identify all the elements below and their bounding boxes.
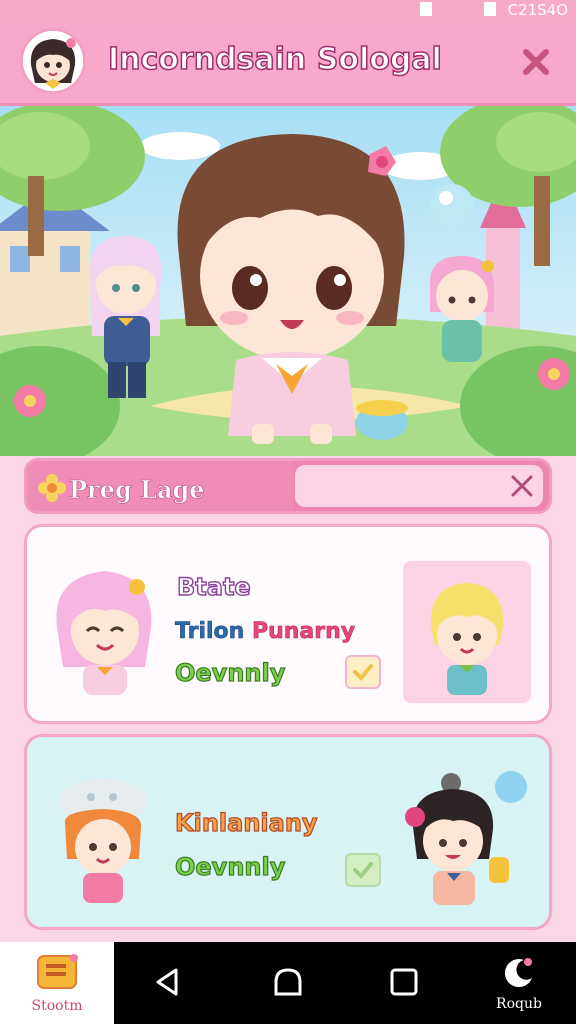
card-avatar-pink [47,557,161,697]
search-label: Preg Lage [69,475,205,505]
nav-right-label: Roqub [496,996,542,1012]
check-icon [353,862,373,879]
nav-right-button[interactable]: Roqub [462,942,576,1024]
card-name-part1: Trilon [175,619,245,645]
recents-button[interactable] [386,964,422,1000]
card-status: Oevnnly [174,852,286,881]
notification-icon [420,2,432,16]
moon-icon [504,958,532,988]
character-card[interactable]: Btate Trilon Punarny Oevnnly [24,524,552,724]
close-icon [523,49,549,75]
character-card[interactable]: Kinlaniany Oevnnly [24,734,552,930]
favorite-checkbox[interactable] [345,655,381,689]
dark-hair-girl-icon [405,771,527,905]
app-title: Incorndsain Sologal [107,41,442,78]
orange-hair-girl-icon [59,779,147,903]
profile-avatar[interactable] [20,28,86,94]
pink-hair-girl-icon [56,571,152,695]
check-icon [353,664,373,681]
status-time: C21S4O [507,1,568,19]
card-avatar-blonde [403,561,531,703]
home-button[interactable] [270,964,306,1000]
back-button[interactable] [150,964,186,1000]
system-nav-bar [114,942,462,1024]
home-icon [274,968,302,996]
card-avatar-darkhair [393,757,543,917]
nav-home-label: Stootm [31,998,83,1014]
nav-home-button[interactable]: Stootm [0,942,114,1024]
avatar-girl-icon [23,31,83,91]
search-bar: Preg Lage [24,458,552,514]
search-label-box: Preg Lage [27,461,293,511]
search-clear-button[interactable] [509,473,535,499]
back-icon [156,968,178,996]
card-avatar-orange [47,767,161,907]
card-name-part2: Punarny [251,619,356,645]
hero-scene [0,106,576,456]
card-state: Btate [176,572,251,601]
blonde-boy-icon [430,583,504,695]
card-status: Oevnnly [174,658,286,687]
flower-icon [38,474,66,502]
recents-icon [390,968,418,996]
card-title: Kinlaniany [174,808,318,837]
card-name: Trilon Punarny [175,619,356,645]
close-icon [511,475,533,497]
header-close-button[interactable] [520,46,552,78]
favorite-checkbox[interactable] [345,853,381,887]
hero-illustration [0,106,576,456]
app-header: Incorndsain Sologal [0,20,576,106]
search-input[interactable] [295,465,543,507]
status-bar: C21S4O [0,0,576,20]
chat-icon [37,954,78,989]
battery-icon [484,2,496,16]
